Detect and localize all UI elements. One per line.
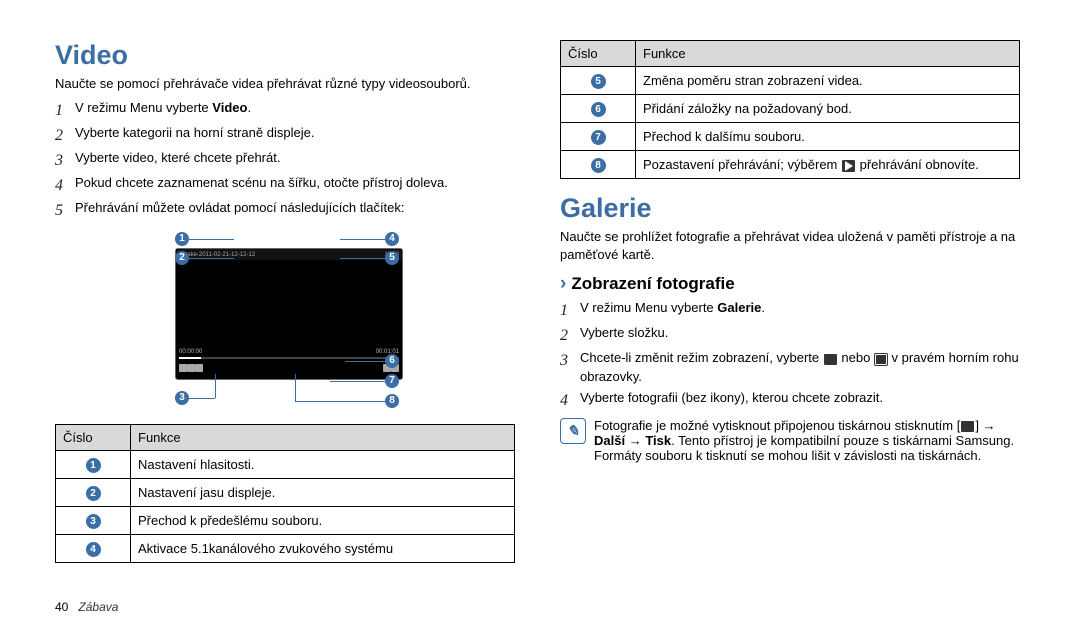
video-player-figure: Awake-2011-02-21-12-12-12 11:40 00:00:00… [145, 234, 425, 404]
step-number: 5 [55, 199, 69, 222]
functions-table-right: Číslo Funkce 5 Změna poměru stran zobraz… [560, 40, 1020, 179]
table-row: 6 Přidání záložky na požadovaný bod. [561, 95, 1020, 123]
steps-galerie: 1 V režimu Menu vyberte Galerie. 2 Vyber… [560, 299, 1020, 412]
row-desc: Přechod k předešlému souboru. [131, 507, 515, 535]
row-desc: Pozastavení přehrávání; výběrem přehrává… [636, 151, 1020, 179]
prev-icon [179, 364, 187, 372]
pause-icon [187, 364, 195, 372]
row-desc: Změna poměru stran zobrazení videa. [636, 67, 1020, 95]
subheading-zobrazeni: › Zobrazení fotografie [560, 273, 1020, 295]
player-controls: 00:00:00 00:01:01 [179, 349, 399, 375]
step-number: 1 [560, 299, 574, 322]
chevron-right-icon: › [560, 273, 566, 295]
step-number: 1 [55, 99, 69, 122]
row-badge: 3 [86, 514, 101, 529]
table-row: 1 Nastavení hlasitosti. [56, 451, 515, 479]
row-desc: Přechod k dalšímu souboru. [636, 123, 1020, 151]
step-text: V režimu Menu vyberte Video. [75, 99, 251, 122]
seek-bar [179, 357, 399, 359]
table-row: 2 Nastavení jasu displeje. [56, 479, 515, 507]
step-text: Vyberte složku. [580, 324, 668, 347]
row-badge: 6 [591, 102, 606, 117]
table-row: 4 Aktivace 5.1kanálového zvukového systé… [56, 535, 515, 563]
table-row: 3 Přechod k předešlému souboru. [56, 507, 515, 535]
step-text: Vyberte video, které chcete přehrát. [75, 149, 280, 172]
step-text: Pokud chcete zaznamenat scénu na šířku, … [75, 174, 448, 197]
callout-3: 3 [175, 391, 189, 405]
callout-1: 1 [175, 232, 189, 246]
step-number: 4 [55, 174, 69, 197]
step-number: 2 [55, 124, 69, 147]
page-footer: 40 Zábava [55, 600, 118, 614]
heading-video: Video [55, 40, 515, 71]
next-icon [195, 364, 203, 372]
row-desc: Nastavení jasu displeje. [131, 479, 515, 507]
table-row: 8 Pozastavení přehrávání; výběrem přehrá… [561, 151, 1020, 179]
col-function: Funkce [131, 425, 515, 451]
row-badge: 2 [86, 486, 101, 501]
col-number: Číslo [56, 425, 131, 451]
right-column: Číslo Funkce 5 Změna poměru stran zobraz… [560, 40, 1020, 563]
step-text: Vyberte fotografii (bez ikony), kterou c… [580, 389, 883, 412]
row-desc: Nastavení hlasitosti. [131, 451, 515, 479]
col-number: Číslo [561, 41, 636, 67]
callout-7: 7 [385, 374, 399, 388]
steps-video: 1 V režimu Menu vyberte Video. 2 Vyberte… [55, 99, 515, 223]
grid-icon [824, 354, 837, 365]
step-number: 2 [560, 324, 574, 347]
note-block: ✎ Fotografie je možné vytisknout připoje… [560, 418, 1020, 463]
callout-8: 8 [385, 394, 399, 408]
table-row: 7 Přechod k dalšímu souboru. [561, 123, 1020, 151]
step-text: Přehrávání můžete ovládat pomocí následu… [75, 199, 405, 222]
menu-icon [961, 421, 974, 432]
step-number: 4 [560, 389, 574, 412]
intro-video: Naučte se pomocí přehrávače videa přehrá… [55, 75, 515, 93]
row-desc: Přidání záložky na požadovaný bod. [636, 95, 1020, 123]
play-icon [842, 160, 855, 172]
row-badge: 4 [86, 542, 101, 557]
step-text: V režimu Menu vyberte Galerie. [580, 299, 765, 322]
step-number: 3 [560, 349, 574, 387]
left-column: Video Naučte se pomocí přehrávače videa … [55, 40, 515, 563]
note-text: Fotografie je možné vytisknout připojeno… [594, 418, 1020, 463]
row-badge: 7 [591, 130, 606, 145]
tile-icon [875, 354, 887, 365]
heading-galerie: Galerie [560, 193, 1020, 224]
row-badge: 5 [591, 74, 606, 89]
callout-4: 4 [385, 232, 399, 246]
table-row: 5 Změna poměru stran zobrazení videa. [561, 67, 1020, 95]
row-badge: 8 [591, 158, 606, 173]
info-icon: ✎ [560, 418, 586, 444]
row-badge: 1 [86, 458, 101, 473]
step-number: 3 [55, 149, 69, 172]
functions-table-left: Číslo Funkce 1 Nastavení hlasitosti. 2 N… [55, 424, 515, 563]
intro-galerie: Naučte se prohlížet fotografie a přehráv… [560, 228, 1020, 263]
row-desc: Aktivace 5.1kanálového zvukového systému [131, 535, 515, 563]
step-text: Chcete-li změnit režim zobrazení, vybert… [580, 349, 1020, 387]
step-text: Vyberte kategorii na horní straně disple… [75, 124, 314, 147]
col-function: Funkce [636, 41, 1020, 67]
page-body: Video Naučte se pomocí přehrávače videa … [0, 0, 1080, 578]
